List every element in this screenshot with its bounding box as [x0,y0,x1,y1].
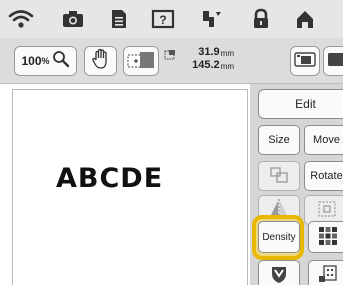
rotate-button[interactable]: Rotate [304,161,343,191]
zoom-unit: % [41,56,50,66]
height-value: 145.2 [192,59,220,71]
hand-icon [91,48,111,75]
design-dimensions: 31.9 mm 145.2 mm [164,46,234,72]
home-icon[interactable] [290,6,320,32]
camera-settings-icon [327,50,343,73]
height-unit: mm [220,62,234,71]
wifi-icon[interactable] [6,6,36,32]
border-icon [316,199,338,222]
zoom-value: 100 [21,54,42,68]
move-button[interactable]: Move [304,125,343,155]
zoom-button[interactable]: 100% [14,46,77,76]
size-button[interactable]: Size [258,125,300,155]
edit-panel: Edit Size Move Rotate Density [250,84,343,285]
magnifier-icon [52,50,70,73]
svg-text:?: ? [159,13,166,27]
group-button[interactable] [258,161,300,191]
edit-tab[interactable]: Edit [258,89,343,119]
lock-icon[interactable] [246,6,276,32]
embroidery-pattern-text[interactable]: ABCDE [56,163,163,194]
stitch-pattern-icon [317,264,339,285]
document-icon[interactable] [104,6,134,32]
fit-screen-icon [126,48,156,75]
applique-button[interactable] [258,260,300,285]
grid-icon [317,225,339,250]
camera-icon[interactable] [58,6,88,32]
camera-view-button[interactable] [290,46,320,76]
group-icon [269,166,289,187]
camera-settings-button[interactable] [323,46,343,76]
density-button[interactable]: Density [258,221,300,253]
width-unit: mm [220,49,234,58]
camera-view-icon [294,50,316,73]
shield-icon [269,264,289,285]
fit-view-button[interactable] [123,46,159,76]
top-icon-bar: ? [0,0,343,38]
width-value: 31.9 [198,46,220,58]
threading-icon[interactable] [196,6,226,32]
pan-button[interactable] [84,46,117,76]
stitch-pattern-button[interactable] [308,260,343,285]
help-icon[interactable]: ? [148,6,178,32]
stitch-grid-button[interactable] [308,221,343,253]
